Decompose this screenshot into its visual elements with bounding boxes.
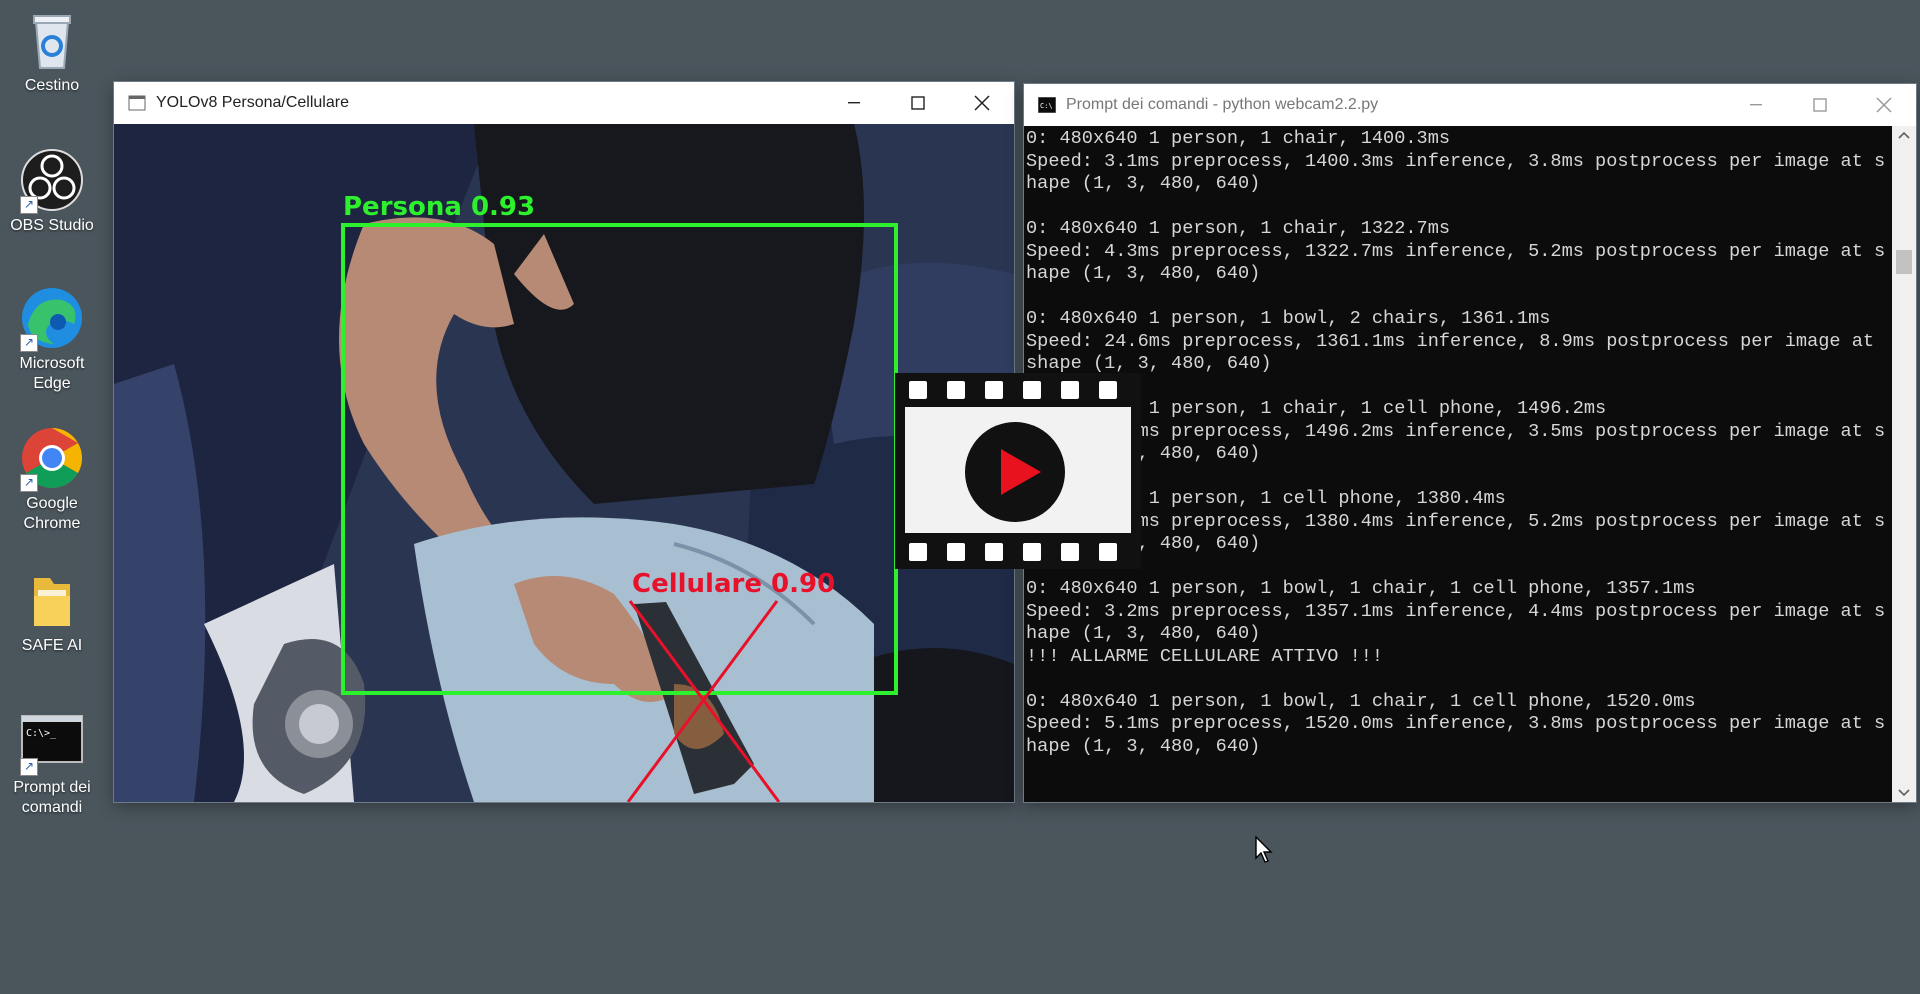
film-sprocket-hole (909, 381, 927, 399)
yolo-window[interactable]: YOLOv8 Persona/Cellulare Persona 0.93 Ce… (114, 82, 1014, 802)
svg-text:C:\>_: C:\>_ (26, 728, 57, 739)
cmd-app-icon: C:\ (1038, 97, 1056, 113)
desktop-icon-label: Microsoft Edge (19, 355, 85, 392)
desktop-icon-safe-ai[interactable]: SAFE AI (0, 568, 104, 656)
maximize-icon (911, 96, 925, 110)
cmd-window[interactable]: C:\ Prompt dei comandi - python webcam2.… (1024, 84, 1916, 802)
film-sprocket-hole (1099, 381, 1117, 399)
minimize-icon (848, 102, 860, 104)
desktop-icon-label: Prompt dei comandi (13, 779, 91, 816)
yolo-window-title: YOLOv8 Persona/Cellulare (156, 94, 349, 111)
maximize-icon (1813, 98, 1827, 112)
minimize-icon (1750, 104, 1762, 106)
recycle-bin-icon (20, 8, 84, 72)
detection-label-persona: Persona 0.93 (343, 192, 535, 222)
desktop-icon-recycle-bin[interactable]: Cestino (0, 8, 104, 96)
scrollbar-thumb[interactable] (1896, 250, 1912, 274)
cmd-icon: C:\>_ ↗ (20, 710, 84, 776)
minimize-button[interactable] (822, 82, 886, 124)
shortcut-arrow-icon: ↗ (20, 474, 38, 492)
shortcut-arrow-icon: ↗ (20, 196, 38, 214)
chrome-icon: ↗ (20, 426, 84, 492)
desktop-icon-label: Cestino (24, 77, 80, 94)
close-icon (974, 95, 990, 111)
video-play-icon[interactable] (895, 373, 1141, 569)
film-sprocket-hole (1023, 381, 1041, 399)
scroll-down-icon[interactable] (1892, 782, 1916, 802)
film-sprocket-hole (947, 543, 965, 561)
detection-label-cellulare: Cellulare 0.90 (632, 569, 835, 599)
desktop-icon-label: SAFE AI (21, 637, 83, 654)
shortcut-arrow-icon: ↗ (20, 758, 38, 776)
film-sprocket-hole (909, 543, 927, 561)
shortcut-arrow-icon: ↗ (20, 334, 38, 352)
film-sprocket-hole (985, 381, 1003, 399)
yolo-titlebar[interactable]: YOLOv8 Persona/Cellulare (114, 82, 1014, 124)
webcam-feed: Persona 0.93 Cellulare 0.90 (114, 124, 1014, 802)
film-sprocket-hole (985, 543, 1003, 561)
svg-text:C:\: C:\ (1040, 102, 1053, 110)
console-output[interactable]: 0: 480x640 1 person, 1 chair, 1400.3ms S… (1024, 126, 1892, 802)
film-sprocket-hole (1099, 543, 1117, 561)
cmd-titlebar[interactable]: C:\ Prompt dei comandi - python webcam2.… (1024, 84, 1916, 126)
console-text: 0: 480x640 1 person, 1 chair, 1400.3ms S… (1026, 128, 1886, 757)
minimize-button[interactable] (1724, 84, 1788, 126)
desktop-icon-cmd[interactable]: C:\>_ ↗ Prompt dei comandi (0, 710, 104, 818)
desktop-icon-label: Google Chrome (23, 495, 81, 532)
film-sprocket-hole (1023, 543, 1041, 561)
desktop-icon-edge[interactable]: ↗ Microsoft Edge (0, 286, 104, 394)
close-button[interactable] (1852, 84, 1916, 126)
desktop-icon-obs[interactable]: ↗ OBS Studio (0, 148, 104, 236)
film-sprocket-hole (1061, 543, 1079, 561)
maximize-button[interactable] (886, 82, 950, 124)
edge-icon: ↗ (20, 286, 84, 352)
close-icon (1876, 97, 1892, 113)
folder-icon (20, 568, 84, 632)
scroll-up-icon[interactable] (1892, 126, 1916, 146)
close-button[interactable] (950, 82, 1014, 124)
console-scrollbar[interactable] (1892, 126, 1916, 802)
obs-icon: ↗ (20, 148, 84, 214)
cmd-window-title: Prompt dei comandi - python webcam2.2.py (1066, 96, 1379, 113)
maximize-button[interactable] (1788, 84, 1852, 126)
film-sprocket-hole (1061, 381, 1079, 399)
desktop-icon-chrome[interactable]: ↗ Google Chrome (0, 426, 104, 534)
mouse-cursor-icon (1255, 836, 1273, 863)
desktop-icon-label: OBS Studio (10, 217, 94, 234)
film-sprocket-hole (947, 381, 965, 399)
webcam-frame-image: Persona 0.93 Cellulare 0.90 (114, 124, 1014, 802)
window-app-icon (128, 95, 146, 111)
